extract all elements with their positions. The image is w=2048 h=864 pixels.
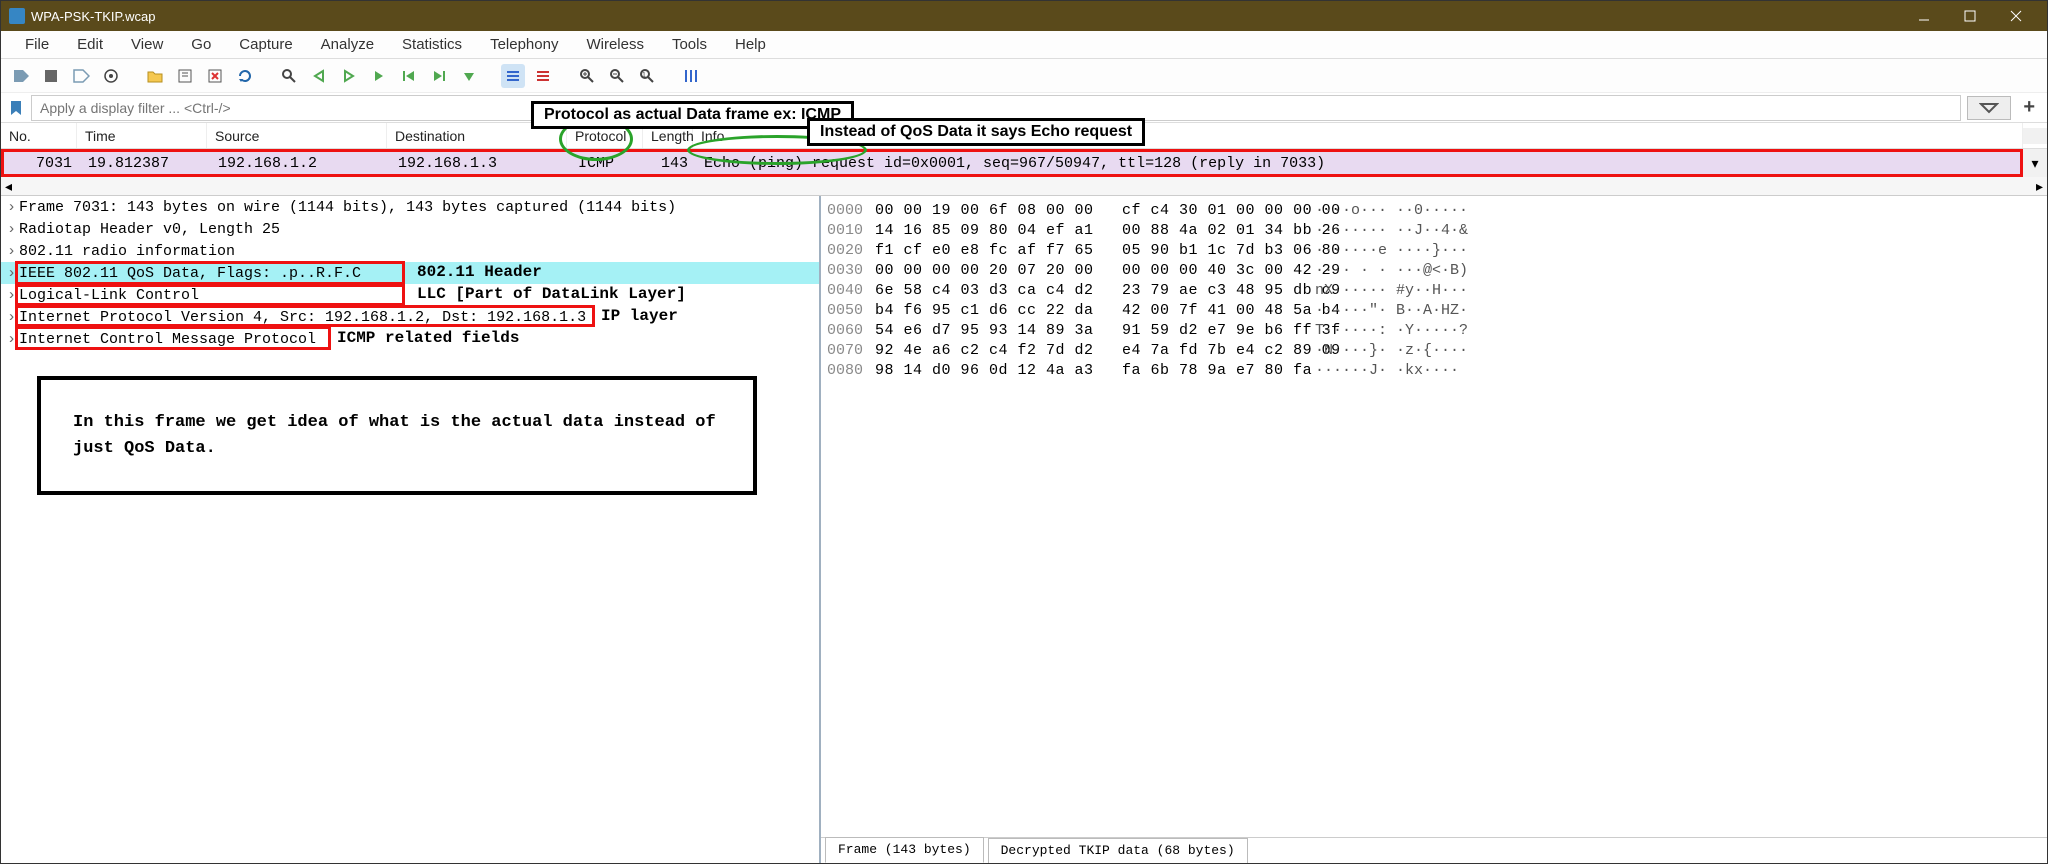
go-first-icon[interactable] (397, 64, 421, 88)
go-last-icon[interactable] (427, 64, 451, 88)
stop-capture-icon[interactable] (39, 64, 63, 88)
restart-capture-icon[interactable] (69, 64, 93, 88)
filter-expression-button[interactable] (1967, 96, 2011, 120)
cell-no: 7031 (4, 155, 80, 172)
menu-view[interactable]: View (117, 32, 177, 57)
wireshark-icon (9, 8, 25, 24)
hex-line[interactable]: 000000 00 19 00 6f 08 00 00 cf c4 30 01 … (827, 202, 2041, 222)
tree-80211-qos[interactable]: ›IEEE 802.11 QoS Data, Flags: .p..R.F.C (1, 262, 819, 284)
cell-len: 143 (646, 155, 696, 172)
menu-tools[interactable]: Tools (658, 32, 721, 57)
tab-decrypted[interactable]: Decrypted TKIP data (68 bytes) (988, 838, 1248, 863)
column-destination[interactable]: Destination (387, 123, 567, 148)
close-button[interactable] (1993, 2, 2039, 30)
column-length[interactable]: Length (643, 123, 693, 148)
menu-telephony[interactable]: Telephony (476, 32, 572, 57)
close-file-icon[interactable] (203, 64, 227, 88)
display-filter-input[interactable] (31, 95, 1961, 121)
zoom-out-icon[interactable] (605, 64, 629, 88)
find-icon[interactable] (277, 64, 301, 88)
horizontal-scrollbar[interactable]: ◂▸ (1, 177, 2047, 195)
start-capture-icon[interactable] (9, 64, 33, 88)
packet-bytes-pane[interactable]: 000000 00 19 00 6f 08 00 00 cf c4 30 01 … (821, 196, 2047, 863)
add-filter-button[interactable]: + (2017, 96, 2041, 119)
bytes-tabs: Frame (143 bytes) Decrypted TKIP data (6… (821, 837, 2047, 863)
packet-list[interactable]: 7031 19.812387 192.168.1.2 192.168.1.3 I… (1, 149, 2047, 195)
tab-frame[interactable]: Frame (143 bytes) (825, 837, 984, 863)
tree-radiotap[interactable]: ›Radiotap Header v0, Length 25 (1, 218, 819, 240)
tree-ipv4[interactable]: ›Internet Protocol Version 4, Src: 192.1… (1, 306, 819, 328)
hex-line[interactable]: 006054 e6 d7 95 93 14 89 3a 91 59 d2 e7 … (827, 322, 2041, 342)
minimize-button[interactable] (1901, 2, 1947, 30)
hex-line[interactable]: 0050b4 f6 95 c1 d6 cc 22 da 42 00 7f 41 … (827, 302, 2041, 322)
hex-line[interactable]: 007092 4e a6 c2 c4 f2 7d d2 e4 7a fd 7b … (827, 342, 2041, 362)
colorize-list-icon[interactable] (531, 64, 555, 88)
vertical-scrollbar-bottom[interactable]: ▾ (2023, 149, 2047, 177)
tree-icmp[interactable]: ›Internet Control Message Protocol (1, 328, 819, 350)
menu-help[interactable]: Help (721, 32, 780, 57)
capture-options-icon[interactable] (99, 64, 123, 88)
packet-details-pane[interactable]: ›Frame 7031: 143 bytes on wire (1144 bit… (1, 196, 821, 863)
menu-bar: File Edit View Go Capture Analyze Statis… (1, 31, 2047, 59)
go-to-packet-icon[interactable] (367, 64, 391, 88)
hex-line[interactable]: 003000 00 00 00 20 07 20 00 00 00 00 40 … (827, 262, 2041, 282)
svg-text:1: 1 (642, 72, 646, 79)
go-back-icon[interactable] (307, 64, 331, 88)
window-title: WPA-PSK-TKIP.wcap (31, 9, 156, 24)
packet-row[interactable]: 7031 19.812387 192.168.1.2 192.168.1.3 I… (1, 149, 2023, 177)
title-bar: WPA-PSK-TKIP.wcap (1, 1, 2047, 31)
menu-analyze[interactable]: Analyze (307, 32, 388, 57)
tree-frame[interactable]: ›Frame 7031: 143 bytes on wire (1144 bit… (1, 196, 819, 218)
reload-icon[interactable] (233, 64, 257, 88)
toolbar: 1 (1, 59, 2047, 93)
zoom-reset-icon[interactable]: 1 (635, 64, 659, 88)
column-no[interactable]: No. (1, 123, 77, 148)
cell-dst: 192.168.1.3 (390, 155, 570, 172)
hex-line[interactable]: 00406e 58 c4 03 d3 ca c4 d2 23 79 ae c3 … (827, 282, 2041, 302)
annotation-note: In this frame we get idea of what is the… (37, 376, 757, 495)
column-info[interactable]: Info (693, 123, 2023, 148)
cell-time: 19.812387 (80, 155, 210, 172)
cell-proto: ICMP (570, 155, 646, 172)
resize-columns-icon[interactable] (679, 64, 703, 88)
packet-list-header: No. Time Source Destination Protocol Len… (1, 123, 2047, 149)
menu-go[interactable]: Go (177, 32, 225, 57)
cell-src: 192.168.1.2 (210, 155, 390, 172)
go-forward-icon[interactable] (337, 64, 361, 88)
bookmark-icon[interactable] (7, 99, 25, 117)
hex-line[interactable]: 0020f1 cf e0 e8 fc af f7 65 05 90 b1 1c … (827, 242, 2041, 262)
display-filter-bar: + (1, 93, 2047, 123)
tree-80211-radio[interactable]: ›802.11 radio information (1, 240, 819, 262)
menu-file[interactable]: File (11, 32, 63, 57)
menu-edit[interactable]: Edit (63, 32, 117, 57)
menu-capture[interactable]: Capture (225, 32, 306, 57)
open-file-icon[interactable] (143, 64, 167, 88)
hex-line[interactable]: 001014 16 85 09 80 04 ef a1 00 88 4a 02 … (827, 222, 2041, 242)
column-time[interactable]: Time (77, 123, 207, 148)
menu-wireless[interactable]: Wireless (572, 32, 658, 57)
cell-info: Echo (ping) request id=0x0001, seq=967/5… (696, 155, 2020, 172)
vertical-scrollbar[interactable] (2023, 128, 2047, 144)
auto-scroll-icon[interactable] (457, 64, 481, 88)
menu-statistics[interactable]: Statistics (388, 32, 476, 57)
zoom-in-icon[interactable] (575, 64, 599, 88)
colorize-icon[interactable] (501, 64, 525, 88)
column-source[interactable]: Source (207, 123, 387, 148)
tree-llc[interactable]: ›Logical-Link Control (1, 284, 819, 306)
column-protocol[interactable]: Protocol (567, 123, 643, 148)
maximize-button[interactable] (1947, 2, 1993, 30)
hex-line[interactable]: 008098 14 d0 96 0d 12 4a a3 fa 6b 78 9a … (827, 362, 2041, 382)
save-file-icon[interactable] (173, 64, 197, 88)
